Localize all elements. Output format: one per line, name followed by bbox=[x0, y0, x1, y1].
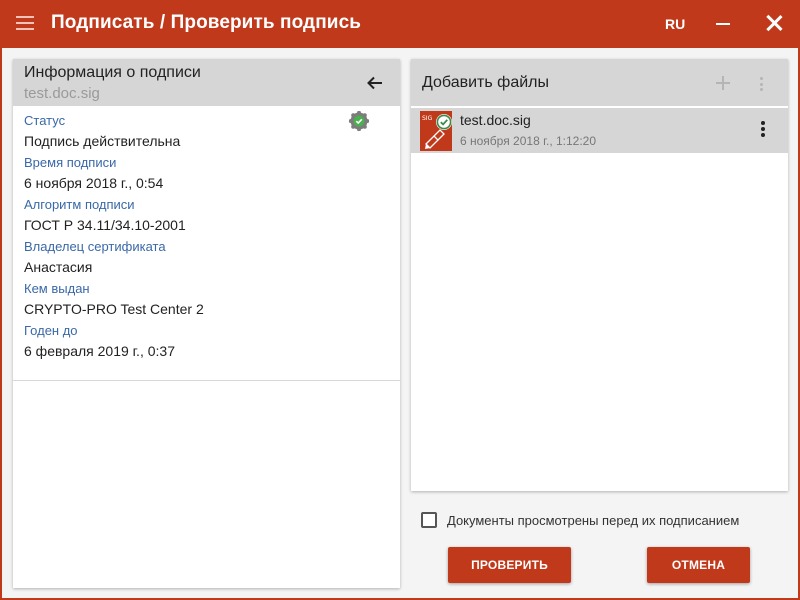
status-value: Подпись действительна bbox=[24, 133, 181, 149]
verify-button[interactable]: ПРОВЕРИТЬ bbox=[448, 547, 571, 583]
files-title: Добавить файлы bbox=[422, 74, 549, 91]
files-panel: Добавить файлы SIG test.doc.sig 6 ноября… bbox=[411, 59, 788, 491]
language-selector[interactable]: RU bbox=[665, 16, 685, 32]
reviewed-checkbox[interactable] bbox=[421, 512, 437, 528]
window-title: Подписать / Проверить подпись bbox=[51, 12, 362, 33]
svg-text:SIG: SIG bbox=[422, 115, 433, 122]
status-label: Статус bbox=[24, 113, 66, 128]
title-bar: Подписать / Проверить подпись RU bbox=[0, 0, 800, 48]
signature-info-header: Информация о подписи test.doc.sig bbox=[13, 59, 400, 106]
divider bbox=[13, 380, 400, 381]
more-vertical-icon[interactable] bbox=[760, 77, 764, 94]
file-menu-icon[interactable] bbox=[761, 121, 765, 139]
algorithm-value: ГОСТ Р 34.11/34.10-2001 bbox=[24, 217, 186, 233]
owner-value: Анастасия bbox=[24, 259, 93, 275]
cancel-button[interactable]: ОТМЕНА bbox=[647, 547, 750, 583]
sign-time-label: Время подписи bbox=[24, 155, 117, 170]
menu-icon[interactable] bbox=[16, 16, 34, 30]
signature-info-panel: Информация о подписи test.doc.sig Статус… bbox=[13, 59, 400, 588]
valid-until-label: Годен до bbox=[24, 323, 78, 338]
sign-time-value: 6 ноября 2018 г., 0:54 bbox=[24, 175, 164, 191]
owner-label: Владелец сертификата bbox=[24, 239, 166, 254]
algorithm-label: Алгоритм подписи bbox=[24, 197, 135, 212]
reviewed-checkbox-label[interactable]: Документы просмотрены перед их подписани… bbox=[447, 513, 739, 528]
close-icon[interactable] bbox=[765, 14, 783, 32]
signature-file-name: test.doc.sig bbox=[24, 85, 100, 102]
verified-badge-icon bbox=[349, 111, 369, 131]
issuer-label: Кем выдан bbox=[24, 281, 90, 296]
file-date: 6 ноября 2018 г., 1:12:20 bbox=[460, 134, 597, 148]
signature-info-title: Информация о подписи bbox=[24, 64, 201, 81]
file-name: test.doc.sig bbox=[460, 112, 531, 128]
signed-file-icon: SIG bbox=[420, 111, 452, 151]
issuer-value: CRYPTO-PRO Test Center 2 bbox=[24, 301, 204, 317]
valid-until-value: 6 февраля 2019 г., 0:37 bbox=[24, 343, 175, 359]
main-content: Информация о подписи test.doc.sig Статус… bbox=[2, 48, 798, 598]
minimize-icon[interactable] bbox=[716, 23, 730, 25]
file-list-item[interactable]: SIG test.doc.sig 6 ноября 2018 г., 1:12:… bbox=[411, 108, 788, 153]
arrow-left-icon[interactable] bbox=[366, 74, 384, 92]
plus-icon[interactable] bbox=[714, 74, 732, 92]
files-header: Добавить файлы bbox=[411, 59, 788, 106]
